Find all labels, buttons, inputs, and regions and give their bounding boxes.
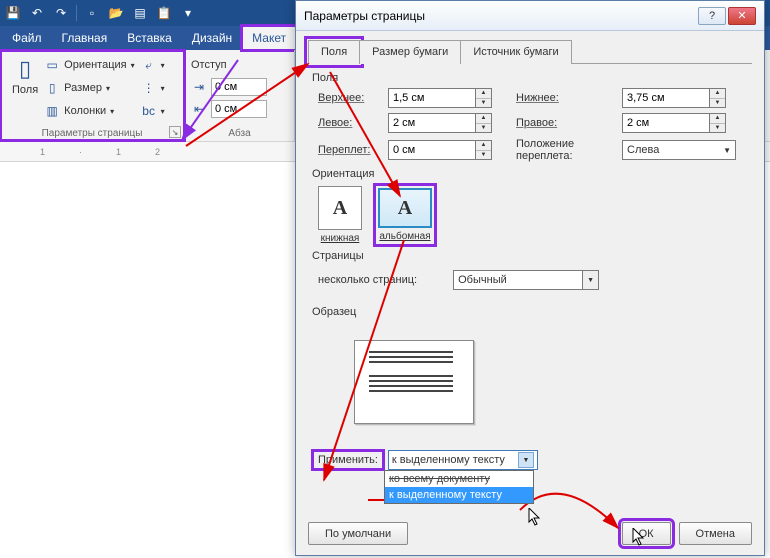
orientation-landscape[interactable]: A альбомная [376, 186, 434, 244]
group-page-setup: ▯ Поля ▭Ориентация▾ ▯Размер▾ ▥Колонки▾ ⤶… [0, 50, 185, 141]
redo-icon[interactable]: ↷ [52, 4, 70, 22]
page-setup-dialog: Параметры страницы ? ✕ Поля Размер бумаг… [295, 0, 765, 556]
pages-row: несколько страниц: Обычный ▼ [318, 270, 752, 290]
undo-icon[interactable]: ↶ [28, 4, 46, 22]
line-numbers-button[interactable]: ⋮▾ [141, 77, 165, 99]
breaks-icon: ⤶ [141, 57, 157, 73]
section-pages: Страницы [312, 250, 752, 262]
section-fields: Поля [312, 72, 752, 84]
left-label: Левое: [318, 117, 388, 129]
multi-pages-arrow[interactable]: ▼ [583, 270, 599, 290]
apply-option-selection[interactable]: к выделенному тексту [385, 487, 533, 503]
indent-right-input[interactable] [211, 100, 267, 118]
portrait-icon: A [318, 186, 362, 230]
apply-option-all[interactable]: ко всему документу [385, 471, 533, 487]
multi-pages-label: несколько страниц: [318, 274, 417, 286]
section-preview: Образец [312, 306, 752, 318]
print-icon[interactable]: ▤ [131, 4, 149, 22]
margin-fields: Верхнее: ▲▼ Нижнее: ▲▼ Левое: ▲▼ Правое:… [318, 88, 752, 162]
new-icon[interactable]: ▫ [83, 4, 101, 22]
columns-icon: ▥ [44, 103, 60, 119]
cursor-icon [632, 528, 646, 546]
columns-button[interactable]: ▥Колонки▾ [44, 100, 134, 122]
chevron-down-icon: ▼ [518, 452, 534, 468]
size-button[interactable]: ▯Размер▾ [44, 77, 134, 99]
orientation-portrait[interactable]: A книжная [318, 186, 362, 244]
apply-select[interactable]: к выделенному тексту ▼ [388, 450, 538, 470]
indent-left-input[interactable] [211, 78, 267, 96]
dialog-title: Параметры страницы [304, 9, 696, 23]
hyphenation-button[interactable]: bc▾ [141, 100, 165, 122]
landscape-icon: A [378, 188, 432, 228]
top-input[interactable] [388, 88, 476, 108]
size-icon: ▯ [44, 80, 60, 96]
word-application: 💾 ↶ ↷ ▫ 📂 ▤ 📋 ▾ Файл Главная Вставка Диз… [0, 0, 770, 558]
indent-label: Отступ [191, 59, 227, 71]
orientation-icon: ▭ [44, 57, 60, 73]
ok-button[interactable]: ОК [622, 522, 671, 545]
gutter-spinner[interactable]: ▲▼ [476, 140, 492, 160]
default-button[interactable]: По умолчани [308, 522, 408, 545]
apply-row: Применить: к выделенному тексту ▼ ко все… [314, 450, 752, 470]
bottom-label: Нижнее: [502, 92, 622, 104]
left-spinner[interactable]: ▲▼ [476, 113, 492, 133]
open-icon[interactable]: 📂 [107, 4, 125, 22]
group-paragraph: Отступ ⇥ ⇤ Абза [185, 50, 295, 141]
preview-pane [354, 340, 474, 424]
group-title-page-setup: Параметры страницы [6, 128, 178, 139]
gutter-pos-select[interactable]: Слева▼ [622, 140, 736, 160]
save-icon[interactable]: 💾 [4, 4, 22, 22]
gutter-label: Переплет: [318, 144, 388, 156]
tab-design[interactable]: Дизайн [182, 26, 242, 50]
separator [76, 5, 77, 21]
indent-left-icon: ⇥ [191, 79, 207, 95]
dialog-body: Поля Размер бумаги Источник бумаги Поля … [296, 31, 764, 478]
tab-home[interactable]: Главная [52, 26, 118, 50]
tab-layout[interactable]: Макет [242, 26, 296, 50]
tab-paper-size[interactable]: Размер бумаги [359, 40, 461, 64]
gutter-input[interactable] [388, 140, 476, 160]
section-orientation: Ориентация [312, 168, 752, 180]
dialog-tabs: Поля Размер бумаги Источник бумаги [308, 39, 752, 64]
line-numbers-icon: ⋮ [141, 80, 157, 96]
breaks-button[interactable]: ⤶▾ [141, 54, 165, 76]
apply-dropdown: ко всему документу к выделенному тексту [384, 470, 534, 504]
tab-paper-source[interactable]: Источник бумаги [460, 40, 571, 64]
cursor-icon [528, 508, 542, 526]
top-spinner[interactable]: ▲▼ [476, 88, 492, 108]
tab-file[interactable]: Файл [2, 26, 52, 50]
cancel-button[interactable]: Отмена [679, 522, 752, 545]
orientation-button[interactable]: ▭Ориентация▾ [44, 54, 134, 76]
multi-pages-select[interactable]: Обычный [453, 270, 583, 290]
margins-label: Поля [12, 84, 38, 96]
close-button[interactable]: ✕ [728, 7, 756, 25]
qat-more-icon[interactable]: ▾ [179, 4, 197, 22]
tab-fields[interactable]: Поля [308, 40, 360, 64]
group-title-paragraph: Абза [191, 128, 288, 139]
tab-insert[interactable]: Вставка [117, 26, 182, 50]
apply-label: Применить: [314, 452, 382, 468]
help-button[interactable]: ? [698, 7, 726, 25]
right-spinner[interactable]: ▲▼ [710, 113, 726, 133]
orientation-row: A книжная A альбомная [318, 186, 752, 244]
hyphenation-icon: bc [141, 103, 157, 119]
dialog-titlebar[interactable]: Параметры страницы ? ✕ [296, 1, 764, 31]
paste-icon[interactable]: 📋 [155, 4, 173, 22]
margins-icon: ▯ [19, 56, 31, 82]
indent-right-icon: ⇤ [191, 101, 207, 117]
bottom-input[interactable] [622, 88, 710, 108]
left-input[interactable] [388, 113, 476, 133]
gutter-pos-label: Положение переплета: [502, 138, 622, 162]
page-setup-launcher[interactable]: ↘ [169, 126, 181, 138]
bottom-spinner[interactable]: ▲▼ [710, 88, 726, 108]
top-label: Верхнее: [318, 92, 388, 104]
chevron-down-icon: ▼ [723, 146, 731, 155]
margins-button[interactable]: ▯ Поля [6, 52, 44, 122]
right-input[interactable] [622, 113, 710, 133]
right-label: Правое: [502, 117, 622, 129]
